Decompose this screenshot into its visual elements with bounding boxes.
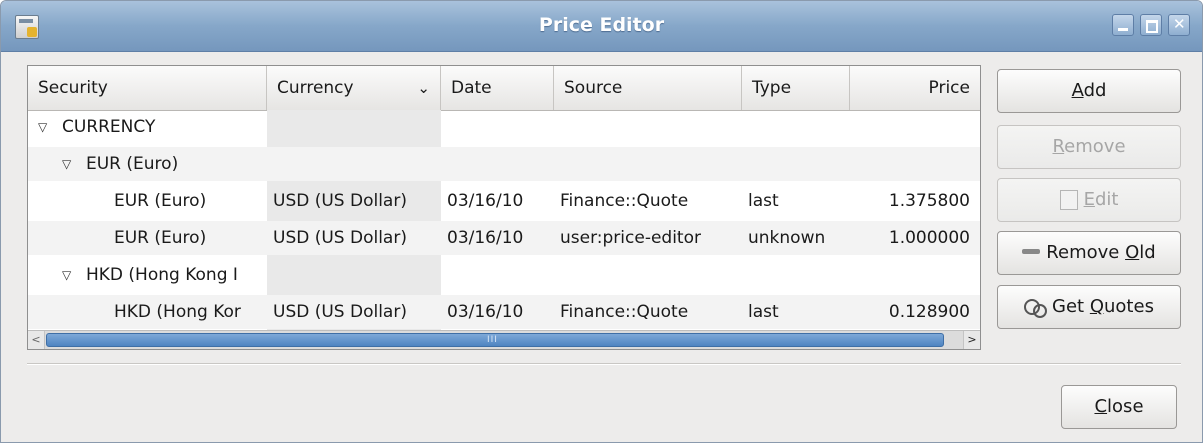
column-header-date[interactable]: Date [441, 66, 554, 110]
date-cell: 03/16/10 [447, 228, 524, 248]
column-header-source[interactable]: Source [554, 66, 742, 110]
price-editor-window: Price Editor Security Currency⌄ Date Sou… [0, 0, 1203, 443]
currency-cell: USD (US Dollar) [273, 228, 407, 248]
type-cell [748, 258, 850, 292]
expander-triangle-icon[interactable]: ▽ [62, 258, 71, 292]
horizontal-scrollbar[interactable]: < III > [28, 330, 980, 349]
separator [27, 363, 1181, 365]
edit-button[interactable]: Edit [997, 178, 1181, 222]
price-cell [850, 258, 970, 292]
price-cell [850, 147, 970, 181]
minimize-button[interactable] [1112, 14, 1134, 36]
price-cell: 1.375800 [888, 191, 970, 211]
date-cell [447, 110, 554, 144]
maximize-button[interactable] [1140, 14, 1162, 36]
scrollbar-thumb[interactable]: III [46, 333, 944, 347]
column-header-type[interactable]: Type [742, 66, 850, 110]
edit-icon [1059, 190, 1078, 210]
remove-old-button[interactable]: Remove Old [997, 231, 1181, 275]
source-cell [560, 110, 742, 144]
price-cell: 1.000000 [888, 228, 970, 248]
remove-button[interactable]: Remove [997, 125, 1181, 169]
security-cell: EUR (Euro) [114, 191, 207, 211]
source-cell: user:price-editor [560, 228, 701, 248]
get-quotes-icon [1024, 296, 1048, 318]
security-cell: EUR (Euro) [86, 154, 179, 174]
date-cell [447, 147, 554, 181]
window-title: Price Editor [538, 14, 665, 36]
security-cell: EUR (Euro) [114, 228, 207, 248]
column-header-bar: Security Currency ⌄ Date Source Type Pric… [28, 66, 980, 111]
date-cell: 03/16/10 [447, 191, 524, 211]
type-cell [748, 110, 850, 144]
currency-cell [273, 258, 441, 292]
column-header-currency[interactable]: Currency ⌄ [267, 66, 441, 110]
source-cell: Finance::Quote [560, 191, 689, 211]
title-bar[interactable]: Price Editor [1, 1, 1202, 52]
scrollbar-grip-icon: III [487, 335, 498, 345]
close-window-button[interactable] [1168, 14, 1190, 36]
date-cell: 03/16/10 [447, 302, 524, 322]
scroll-right-icon[interactable]: > [963, 331, 980, 349]
source-cell [560, 258, 742, 292]
table-row[interactable]: ▽ EUR (Euro) [28, 147, 980, 181]
close-button[interactable]: Close [1061, 385, 1177, 429]
table-row[interactable]: ▽ HKD (Hong Kong I [28, 258, 980, 292]
type-cell: last [748, 191, 779, 211]
expander-triangle-icon[interactable]: ▽ [62, 147, 71, 181]
scroll-left-icon[interactable]: < [28, 331, 45, 349]
currency-cell [273, 147, 441, 181]
security-cell: HKD (Hong Kong I [86, 265, 238, 285]
security-cell: CURRENCY [62, 117, 156, 137]
type-cell: unknown [748, 228, 826, 248]
source-cell [560, 147, 742, 181]
table-row[interactable]: HKD (Hong Kor USD (US Dollar) 03/16/10 Fina… [28, 295, 980, 329]
table-row[interactable]: EUR (Euro) USD (US Dollar) 03/16/10 Finance… [28, 184, 980, 218]
sort-descending-icon: ⌄ [417, 79, 430, 97]
currency-cell [273, 110, 441, 144]
type-cell [748, 147, 850, 181]
date-cell [447, 258, 554, 292]
type-cell: last [748, 302, 779, 322]
currency-cell: USD (US Dollar) [273, 191, 407, 211]
price-cell: 0.128900 [888, 302, 970, 322]
expander-triangle-icon[interactable]: ▽ [38, 110, 47, 144]
source-cell: Finance::Quote [560, 302, 689, 322]
table-row[interactable]: EUR (Euro) USD (US Dollar) 03/16/10 user:pr… [28, 221, 980, 255]
table-row[interactable]: ▽ CURRENCY [28, 110, 980, 144]
column-header-security[interactable]: Security [28, 66, 267, 110]
price-cell [850, 110, 970, 144]
get-quotes-button[interactable]: Get Quotes [997, 285, 1181, 329]
currency-cell: USD (US Dollar) [273, 302, 407, 322]
security-cell: HKD (Hong Kor [114, 302, 241, 322]
remove-icon [1022, 249, 1041, 254]
column-header-price[interactable]: Price [850, 66, 980, 110]
price-tree[interactable]: Security Currency ⌄ Date Source Type Pric… [27, 65, 981, 350]
add-button[interactable]: Add [997, 69, 1181, 113]
